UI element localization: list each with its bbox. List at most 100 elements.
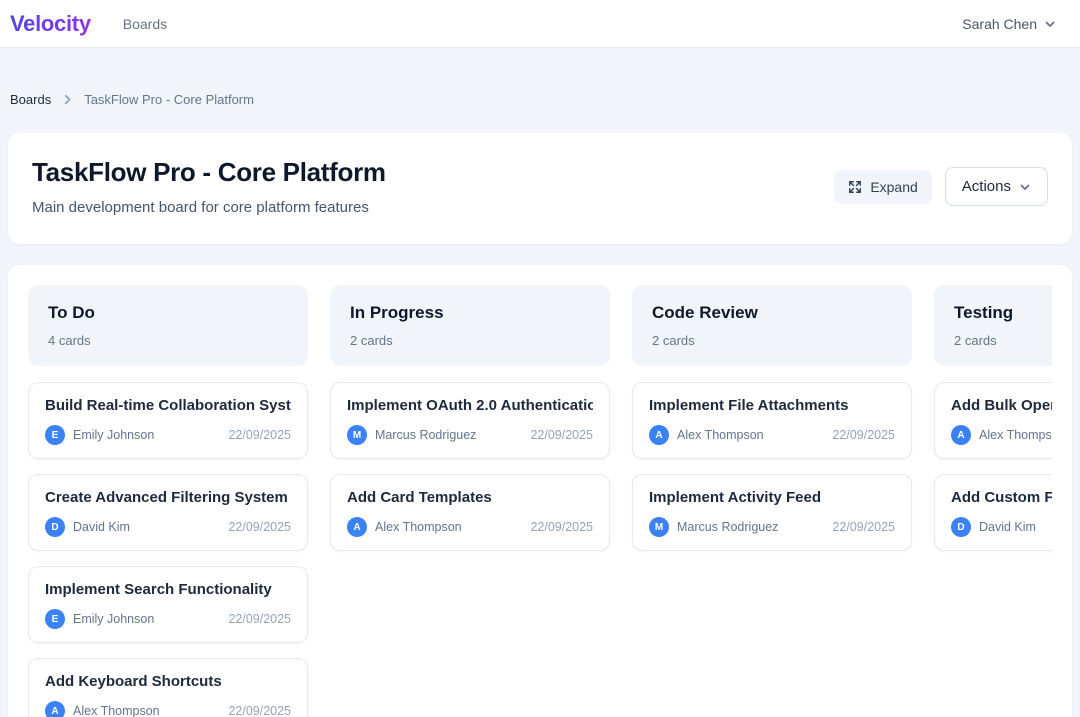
task-card[interactable]: Add Keyboard Shortcuts A Alex Thompson 2…: [28, 658, 308, 717]
card-meta: E Emily Johnson 22/09/2025: [45, 609, 291, 629]
column-header: Testing 2 cards: [934, 285, 1052, 366]
card-title: Add Card Templates: [347, 489, 593, 506]
card-assignee: Emily Johnson: [73, 612, 154, 626]
chevron-right-icon: [62, 94, 73, 105]
expand-icon: [848, 180, 862, 194]
breadcrumb-current-board: TaskFlow Pro - Core Platform: [84, 92, 254, 107]
card-due-date: 22/09/2025: [228, 612, 291, 626]
avatar: A: [45, 701, 65, 717]
top-nav: Boards: [123, 16, 167, 32]
board-title: TaskFlow Pro - Core Platform: [32, 157, 386, 188]
card-assignee: Alex Thompson: [677, 428, 764, 442]
card-assignee: David Kim: [73, 520, 130, 534]
column-to-do: To Do 4 cards Build Real-time Collaborat…: [28, 285, 308, 717]
column-title: Code Review: [652, 303, 892, 323]
card-meta: D David Kim: [951, 517, 1052, 537]
avatar: M: [347, 425, 367, 445]
card-due-date: 22/09/2025: [530, 520, 593, 534]
app-logo[interactable]: Velocity: [10, 11, 91, 37]
expand-button[interactable]: Expand: [834, 170, 931, 204]
card-assignee: Marcus Rodriguez: [677, 520, 778, 534]
breadcrumb-boards[interactable]: Boards: [10, 92, 51, 107]
board-container: To Do 4 cards Build Real-time Collaborat…: [8, 265, 1072, 717]
column-header: To Do 4 cards: [28, 285, 308, 366]
chevron-down-icon: [1019, 181, 1031, 193]
board-subtitle: Main development board for core platform…: [32, 199, 386, 216]
card-assignee: Marcus Rodriguez: [375, 428, 476, 442]
breadcrumb: Boards TaskFlow Pro - Core Platform: [8, 48, 1072, 133]
column-testing: Testing 2 cards Add Bulk Operations A Al…: [934, 285, 1052, 717]
column-card-count: 2 cards: [350, 333, 590, 348]
card-assignee: Alex Thompson: [375, 520, 462, 534]
card-assignee: Alex Thompson: [979, 428, 1052, 442]
card-meta: A Alex Thompson: [951, 425, 1052, 445]
avatar: E: [45, 425, 65, 445]
card-title: Add Keyboard Shortcuts: [45, 673, 291, 690]
card-due-date: 22/09/2025: [832, 520, 895, 534]
avatar: A: [649, 425, 669, 445]
card-meta: A Alex Thompson 22/09/2025: [649, 425, 895, 445]
column-list: To Do 4 cards Build Real-time Collaborat…: [28, 285, 1052, 717]
card-title: Implement Search Functionality: [45, 581, 291, 598]
task-card[interactable]: Add Bulk Operations A Alex Thompson: [934, 382, 1052, 459]
card-due-date: 22/09/2025: [832, 428, 895, 442]
task-card[interactable]: Implement OAuth 2.0 Authentication M Mar…: [330, 382, 610, 459]
column-header: Code Review 2 cards: [632, 285, 912, 366]
task-card[interactable]: Implement File Attachments A Alex Thomps…: [632, 382, 912, 459]
card-title: Add Custom Fields: [951, 489, 1052, 506]
card-due-date: 22/09/2025: [228, 428, 291, 442]
avatar: A: [951, 425, 971, 445]
task-card[interactable]: Create Advanced Filtering System D David…: [28, 474, 308, 551]
actions-button[interactable]: Actions: [945, 167, 1048, 206]
card-assignee: Alex Thompson: [73, 704, 160, 717]
card-title: Add Bulk Operations: [951, 397, 1052, 414]
nav-item-boards[interactable]: Boards: [123, 16, 167, 32]
card-meta: M Marcus Rodriguez 22/09/2025: [347, 425, 593, 445]
board-header-actions: Expand Actions: [834, 167, 1048, 206]
card-meta: E Emily Johnson 22/09/2025: [45, 425, 291, 445]
card-meta: A Alex Thompson 22/09/2025: [347, 517, 593, 537]
board-title-block: TaskFlow Pro - Core Platform Main develo…: [32, 157, 386, 216]
column-title: In Progress: [350, 303, 590, 323]
card-list: Implement File Attachments A Alex Thomps…: [632, 382, 912, 551]
avatar: M: [649, 517, 669, 537]
column-title: Testing: [954, 303, 1052, 323]
card-list: Build Real-time Collaboration System E E…: [28, 382, 308, 717]
chevron-down-icon: [1044, 18, 1056, 30]
card-title: Create Advanced Filtering System: [45, 489, 291, 506]
column-card-count: 2 cards: [954, 333, 1052, 348]
card-title: Implement File Attachments: [649, 397, 895, 414]
card-meta: D David Kim 22/09/2025: [45, 517, 291, 537]
column-code-review: Code Review 2 cards Implement File Attac…: [632, 285, 912, 717]
column-title: To Do: [48, 303, 288, 323]
task-card[interactable]: Implement Search Functionality E Emily J…: [28, 566, 308, 643]
top-bar: Velocity Boards Sarah Chen: [0, 0, 1080, 48]
card-title: Implement OAuth 2.0 Authentication: [347, 397, 593, 414]
card-title: Implement Activity Feed: [649, 489, 895, 506]
column-card-count: 2 cards: [652, 333, 892, 348]
task-card[interactable]: Implement Activity Feed M Marcus Rodrigu…: [632, 474, 912, 551]
avatar: D: [45, 517, 65, 537]
avatar: A: [347, 517, 367, 537]
task-card[interactable]: Add Card Templates A Alex Thompson 22/09…: [330, 474, 610, 551]
avatar: D: [951, 517, 971, 537]
card-assignee: Emily Johnson: [73, 428, 154, 442]
expand-button-label: Expand: [870, 179, 917, 195]
column-in-progress: In Progress 2 cards Implement OAuth 2.0 …: [330, 285, 610, 717]
task-card[interactable]: Add Custom Fields D David Kim: [934, 474, 1052, 551]
card-due-date: 22/09/2025: [530, 428, 593, 442]
task-card[interactable]: Build Real-time Collaboration System E E…: [28, 382, 308, 459]
card-meta: A Alex Thompson 22/09/2025: [45, 701, 291, 717]
user-menu[interactable]: Sarah Chen: [962, 16, 1056, 32]
card-list: Add Bulk Operations A Alex Thompson Add …: [934, 382, 1052, 551]
column-header: In Progress 2 cards: [330, 285, 610, 366]
avatar: E: [45, 609, 65, 629]
card-due-date: 22/09/2025: [228, 520, 291, 534]
card-due-date: 22/09/2025: [228, 704, 291, 717]
board-header: TaskFlow Pro - Core Platform Main develo…: [8, 133, 1072, 244]
card-assignee: David Kim: [979, 520, 1036, 534]
card-title: Build Real-time Collaboration System: [45, 397, 291, 414]
card-list: Implement OAuth 2.0 Authentication M Mar…: [330, 382, 610, 551]
card-meta: M Marcus Rodriguez 22/09/2025: [649, 517, 895, 537]
actions-button-label: Actions: [962, 178, 1011, 195]
